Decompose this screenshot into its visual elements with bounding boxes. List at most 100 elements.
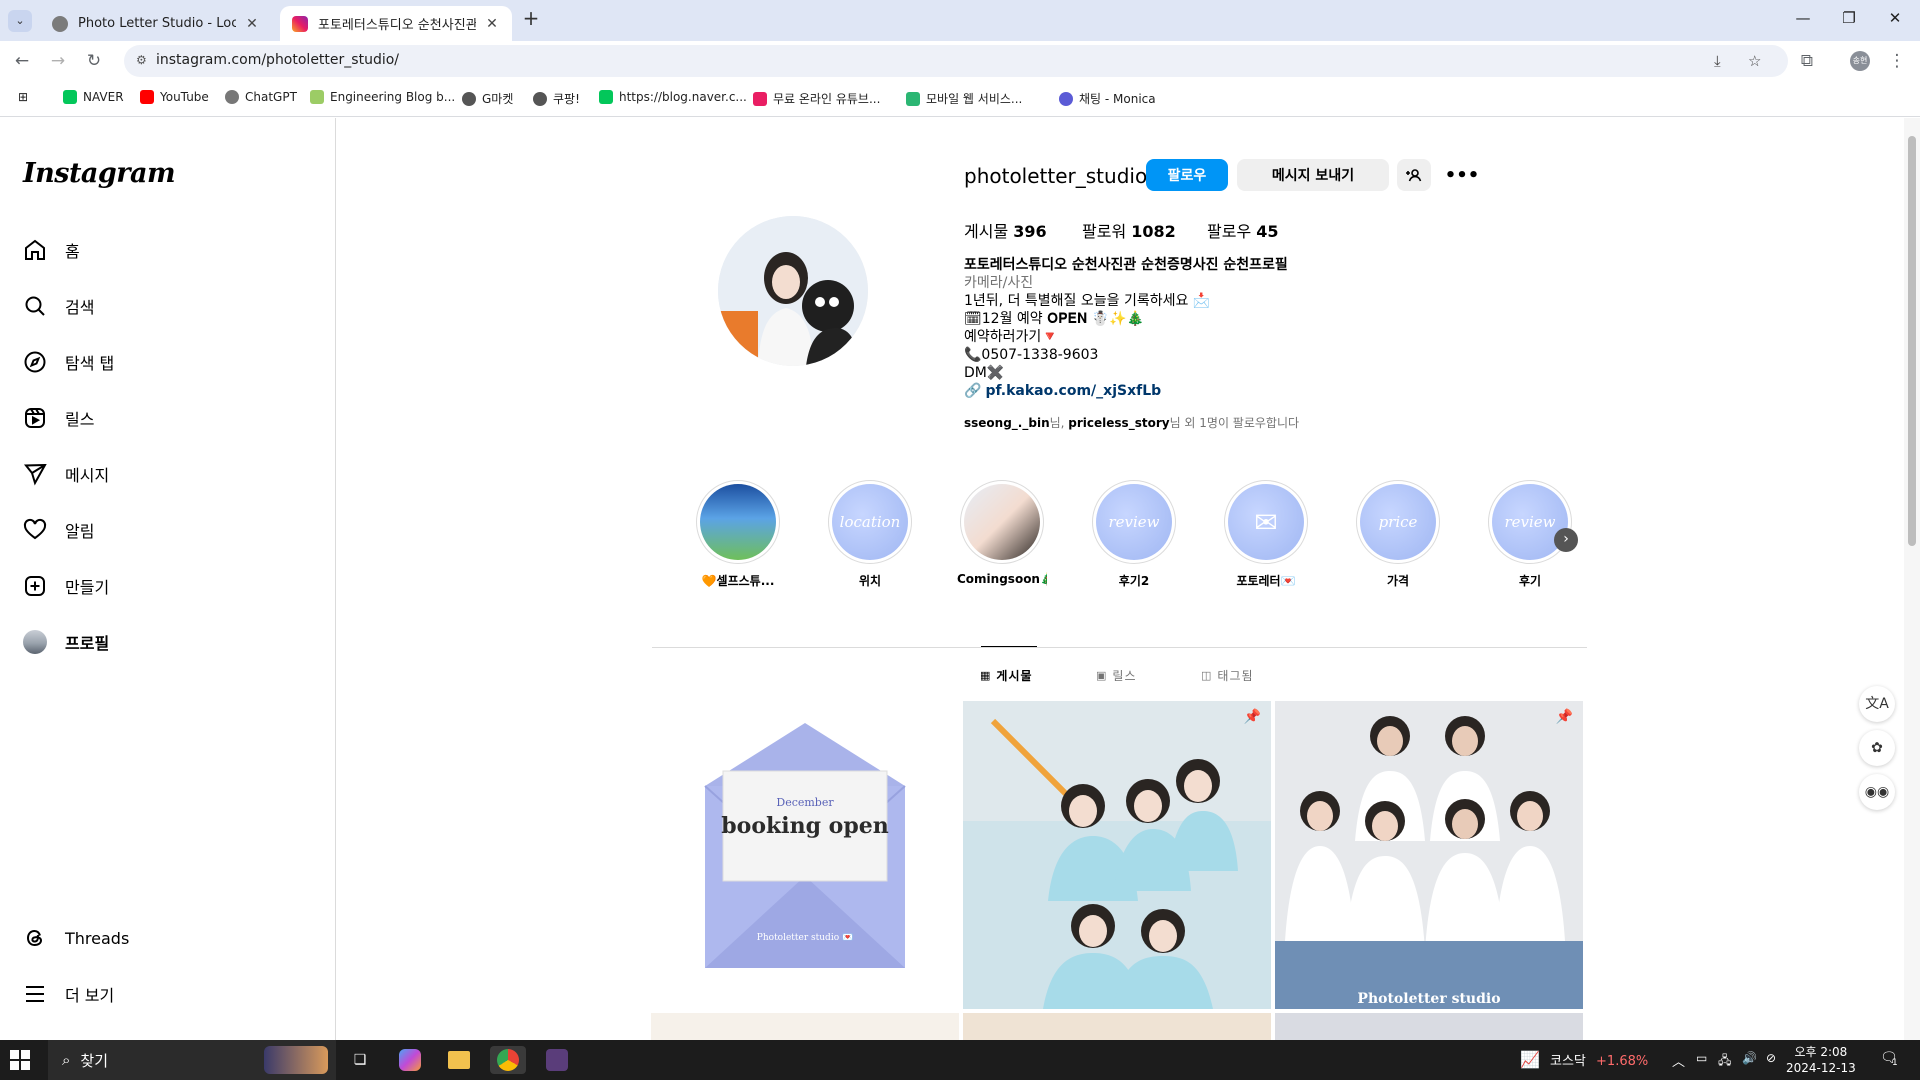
bookmark-youtube-tool[interactable]: 무료 온라인 유튜브... <box>753 90 880 107</box>
nav-home[interactable]: 홈 <box>22 230 80 270</box>
address-bar[interactable]: ⚙ instagram.com/photoletter_studio/ ⤓ ☆ <box>124 45 1788 77</box>
apps-grid-icon[interactable]: ⊞ <box>18 90 28 104</box>
post-tile[interactable]: December booking open Photoletter studio… <box>651 701 959 1009</box>
bookmark-mobile-web[interactable]: 모바일 웹 서비스... <box>906 90 1022 107</box>
more-options-button[interactable]: ••• <box>1445 159 1480 191</box>
nav-notifications[interactable]: 알림 <box>22 510 94 550</box>
nav-label: 만들기 <box>65 578 110 597</box>
extensions-icon[interactable]: ⧉ <box>1796 50 1818 72</box>
bookmark-naver[interactable]: NAVER <box>63 90 124 104</box>
chevron-right-icon[interactable]: › <box>1554 528 1578 552</box>
link-icon: 🔗 <box>964 383 982 399</box>
task-view-icon[interactable]: ❏ <box>342 1046 378 1074</box>
highlight-ring <box>696 480 780 564</box>
minimize-icon[interactable]: — <box>1780 9 1826 31</box>
close-window-icon[interactable]: ✕ <box>1872 9 1918 31</box>
bookmark-chatgpt[interactable]: ChatGPT <box>225 90 297 104</box>
tab-instagram[interactable]: 포토레터스튜디오 순천사진관 ✕ <box>280 6 512 41</box>
game-app-icon[interactable] <box>539 1046 575 1074</box>
install-app-icon[interactable]: ⤓ <box>1714 52 1721 70</box>
nav-threads[interactable]: Threads <box>22 918 129 958</box>
nav-profile[interactable]: 프로필 <box>22 622 109 662</box>
taskbar-search[interactable]: ⌕ 찾기 <box>48 1040 336 1080</box>
highlight-ring: ✉ <box>1224 480 1308 564</box>
following-stat[interactable]: 팔로우 45 <box>1207 218 1279 242</box>
monica-icon[interactable]: ◉◉ <box>1859 774 1895 810</box>
chrome-menu-icon[interactable]: ⋮ <box>1886 50 1908 72</box>
followers-stat[interactable]: 팔로워 1082 <box>1082 218 1176 242</box>
windows-start-icon[interactable] <box>10 1050 30 1070</box>
pin-icon: 📌 <box>1243 709 1261 725</box>
nav-messages[interactable]: 메시지 <box>22 454 109 494</box>
bookmark-coupang[interactable]: 쿠팡! <box>533 90 580 107</box>
highlight-cover: location <box>832 484 908 560</box>
post-tile[interactable] <box>1275 1013 1583 1040</box>
highlight-item[interactable]: ✉ 포토레터💌 <box>1221 480 1311 589</box>
tab-search-button[interactable]: ⌄ <box>8 10 32 32</box>
bookmark-gmarket[interactable]: G마켓 <box>462 90 513 107</box>
page-scrollbar[interactable] <box>1904 118 1920 1040</box>
stock-widget[interactable]: 코스닥 +1.68% <box>1550 1050 1648 1069</box>
post-tile[interactable]: 📌 Photoletter studio <box>1275 701 1583 1009</box>
bio-line: 예약하러가기🔻 <box>964 329 1059 345</box>
tab-tagged[interactable]: ◫ 태그됨 <box>1201 667 1254 684</box>
close-icon[interactable]: ✕ <box>244 16 260 32</box>
forward-icon[interactable]: → <box>47 50 69 72</box>
site-info-icon[interactable]: ⚙ <box>136 53 150 67</box>
bookmark-youtube[interactable]: YouTube <box>140 90 209 104</box>
ai-assistant-icon[interactable]: ✿ <box>1859 730 1895 766</box>
url-text[interactable]: instagram.com/photoletter_studio/ <box>156 52 399 68</box>
profile-avatar-icon[interactable]: 송현 <box>1850 51 1870 71</box>
v-icon <box>906 91 920 106</box>
highlight-item[interactable]: review 후기2 <box>1089 480 1179 589</box>
restore-icon[interactable]: ❐ <box>1826 9 1872 31</box>
nav-create[interactable]: 만들기 <box>22 566 109 606</box>
nav-reels[interactable]: 릴스 <box>22 398 94 438</box>
tab-posts[interactable]: ▦ 게시물 <box>980 667 1033 684</box>
bio-link[interactable]: 🔗 pf.kakao.com/_xjSxfLb <box>964 382 1564 400</box>
network-icon[interactable]: 🖧 <box>1718 1051 1731 1072</box>
nav-search[interactable]: 검색 <box>22 286 94 326</box>
tab-reels[interactable]: ▣ 릴스 <box>1096 667 1137 684</box>
highlight-item[interactable]: Comingsoon🎄 <box>957 480 1047 586</box>
instagram-logo[interactable]: Instagram <box>23 158 176 189</box>
explore-icon <box>22 349 48 375</box>
send-message-button[interactable]: 메시지 보내기 <box>1237 159 1389 191</box>
highlight-item[interactable]: price 가격 <box>1353 480 1443 589</box>
tab-photo-letter-location[interactable]: Photo Letter Studio - Location ✕ <box>40 6 272 41</box>
nav-explore[interactable]: 탐색 탭 <box>22 342 114 382</box>
new-tab-button[interactable]: + <box>520 8 542 30</box>
bookmark-naver-blog[interactable]: https://blog.naver.c... <box>599 90 747 104</box>
bio-line: 📞0507-1338-9603 <box>964 347 1099 363</box>
file-explorer-icon[interactable] <box>441 1046 477 1074</box>
meet-icon[interactable]: ▭ <box>1696 1051 1707 1065</box>
chrome-taskbar-icon[interactable] <box>490 1046 526 1074</box>
bookmark-monica[interactable]: 채팅 - Monica <box>1059 90 1156 107</box>
bookmark-engineering-blog[interactable]: Engineering Blog b... <box>310 90 455 104</box>
similar-accounts-button[interactable] <box>1397 159 1431 191</box>
volume-icon[interactable]: 🔊 <box>1742 1051 1757 1065</box>
bookmark-star-icon[interactable]: ☆ <box>1748 52 1761 70</box>
post-tile[interactable]: 📌 <box>963 701 1271 1009</box>
follow-button[interactable]: 팔로우 <box>1146 159 1228 191</box>
profile-avatar-large[interactable] <box>718 216 868 366</box>
followed-by[interactable]: sseong_._bin님, priceless_story님 외 1명이 팔로… <box>964 414 1299 431</box>
highlight-label: Comingsoon🎄 <box>957 572 1047 586</box>
naver-blog-icon <box>599 90 613 104</box>
clock[interactable]: 오후 2:08 2024-12-13 <box>1786 1044 1856 1076</box>
highlight-item[interactable]: location 위치 <box>825 480 915 589</box>
nav-more[interactable]: 더 보기 <box>22 974 114 1014</box>
following-count: 45 <box>1256 222 1279 241</box>
scrollbar-thumb[interactable] <box>1908 136 1916 546</box>
highlight-item[interactable]: 🧡셀프스튜... <box>693 480 783 589</box>
post-tile[interactable] <box>651 1013 959 1040</box>
chevron-up-icon[interactable]: ︿ <box>1672 1051 1685 1070</box>
copilot-icon[interactable] <box>392 1046 428 1074</box>
youtube-icon <box>140 90 154 104</box>
app-tray-icon[interactable]: ⊘ <box>1766 1051 1776 1065</box>
back-icon[interactable]: ← <box>11 50 33 72</box>
close-icon[interactable]: ✕ <box>484 16 500 32</box>
reload-icon[interactable]: ↻ <box>83 50 105 72</box>
translate-icon[interactable]: 文A <box>1859 686 1895 722</box>
post-tile[interactable] <box>963 1013 1271 1040</box>
